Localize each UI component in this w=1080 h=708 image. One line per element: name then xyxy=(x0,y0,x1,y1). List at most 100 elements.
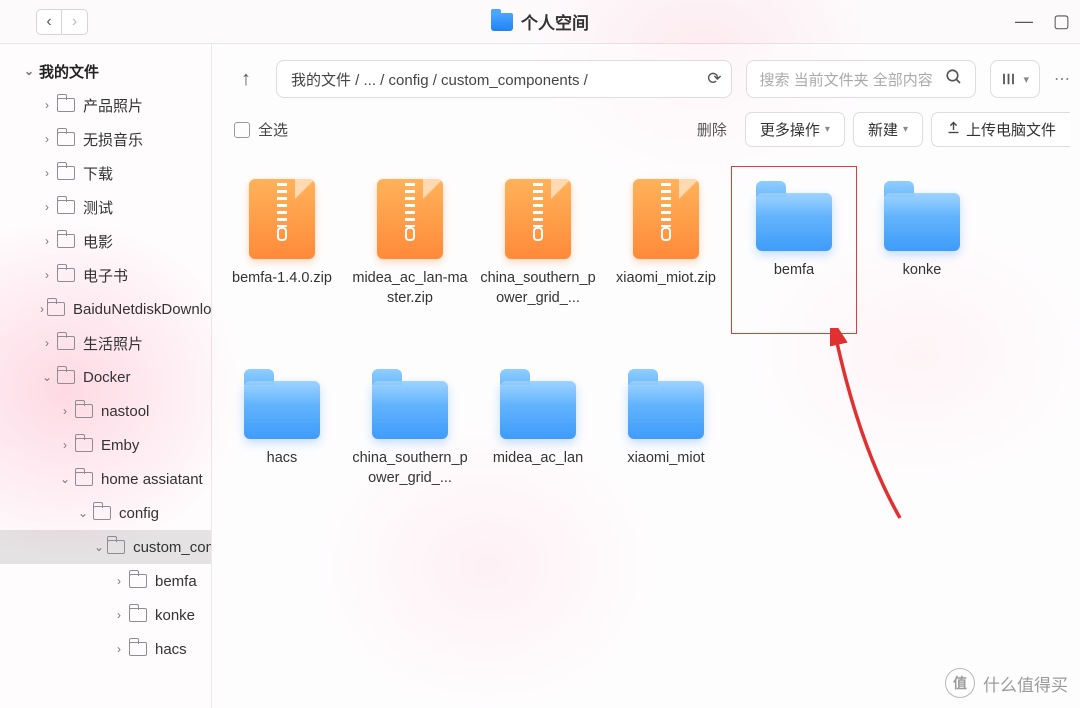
delete-button[interactable]: 删除 xyxy=(687,113,737,146)
sidebar-item[interactable]: ⌄home assiatant xyxy=(0,462,211,496)
folder-outline-icon xyxy=(75,438,93,452)
folder-outline-icon xyxy=(107,540,125,554)
more-actions-button[interactable]: 更多操作 ▾ xyxy=(745,112,845,147)
reload-icon[interactable]: ⟳ xyxy=(707,69,721,89)
sidebar-item[interactable]: › hacs xyxy=(0,632,211,666)
sidebar-item-label: bemfa xyxy=(155,573,197,590)
file-item-zip[interactable]: xiaomi_miot.zip xyxy=(602,165,730,335)
breadcrumb-text: 我的文件 / ... / config / custom_components … xyxy=(291,69,588,90)
sidebar-item-label: Emby xyxy=(101,437,139,454)
sidebar-item[interactable]: › 生活照片 xyxy=(0,326,211,360)
folder-outline-icon xyxy=(75,472,93,486)
sidebar-item[interactable]: ›产品照片 xyxy=(0,88,211,122)
go-up-button[interactable]: ↑ xyxy=(230,63,262,95)
chevron-right-icon: › xyxy=(40,336,54,350)
sidebar: ⌄ 我的文件 ›产品照片›无损音乐›下载›测试›电影›电子书›BaiduNetd… xyxy=(0,44,212,708)
folder-outline-icon xyxy=(57,336,75,350)
window-maximize-button[interactable]: ▢ xyxy=(1053,11,1070,32)
folder-icon xyxy=(500,381,576,439)
upload-button[interactable]: 上传电脑文件 xyxy=(931,112,1070,147)
sidebar-item-label: 生活照片 xyxy=(83,333,143,354)
sidebar-root-label: 我的文件 xyxy=(39,61,99,82)
title-bar: ‹ › 个人空间 — ▢ xyxy=(0,0,1080,44)
search-placeholder: 搜索 当前文件夹 全部内容 xyxy=(759,69,932,90)
folder-icon xyxy=(244,381,320,439)
sidebar-item-label: custom_components xyxy=(133,539,212,556)
chevron-right-icon: › xyxy=(112,642,126,656)
chevron-right-icon: › xyxy=(112,608,126,622)
sidebar-item[interactable]: ›bemfa xyxy=(0,564,211,598)
sidebar-item[interactable]: ›BaiduNetdiskDownload xyxy=(0,292,211,326)
folder-outline-icon xyxy=(57,200,75,214)
chevron-down-icon: ⌄ xyxy=(22,64,36,78)
folder-outline-icon xyxy=(57,268,75,282)
search-input[interactable]: 搜索 当前文件夹 全部内容 xyxy=(746,60,976,98)
sidebar-item-label: home assiatant xyxy=(101,471,203,488)
nav-back-button[interactable]: ‹ xyxy=(36,9,62,35)
chevron-right-icon: › xyxy=(40,268,54,282)
folder-outline-icon xyxy=(57,234,75,248)
zip-icon xyxy=(377,179,443,259)
file-name: midea_ac_lan-master.zip xyxy=(350,269,470,308)
file-item-zip[interactable]: china_southern_power_grid_... xyxy=(474,165,602,335)
sidebar-item[interactable]: ›电影 xyxy=(0,224,211,258)
sidebar-item-label: hacs xyxy=(155,641,187,658)
select-all-checkbox[interactable]: 全选 xyxy=(234,119,288,140)
chevron-right-icon: › xyxy=(40,200,54,214)
chevron-right-icon: › xyxy=(58,404,72,418)
file-item-zip[interactable]: midea_ac_lan-master.zip xyxy=(346,165,474,335)
sidebar-item[interactable]: ›下载 xyxy=(0,156,211,190)
zip-icon xyxy=(505,179,571,259)
watermark-badge: 值 xyxy=(945,668,975,698)
sidebar-item[interactable]: ⌄Docker xyxy=(0,360,211,394)
breadcrumb-path[interactable]: 我的文件 / ... / config / custom_components … xyxy=(276,60,732,98)
sidebar-item-label: 产品照片 xyxy=(83,95,143,116)
sidebar-item[interactable]: › Emby xyxy=(0,428,211,462)
window-minimize-button[interactable]: — xyxy=(1015,11,1033,32)
zip-icon xyxy=(633,179,699,259)
file-grid: bemfa-1.4.0.zipmidea_ac_lan-master.zipch… xyxy=(212,161,1080,708)
folder-outline-icon xyxy=(57,132,75,146)
chevron-right-icon: › xyxy=(40,132,54,146)
file-item-folder[interactable]: midea_ac_lan xyxy=(474,353,602,523)
folder-outline-icon xyxy=(57,370,75,384)
sidebar-item[interactable]: › konke xyxy=(0,598,211,632)
upload-icon xyxy=(946,120,961,139)
chevron-down-icon: ▾ xyxy=(825,124,830,135)
chevron-down-icon: ▾ xyxy=(1023,73,1029,86)
sidebar-item-label: BaiduNetdiskDownload xyxy=(73,301,212,318)
folder-icon xyxy=(491,13,513,31)
file-name: xiaomi_miot xyxy=(627,449,704,469)
sidebar-item[interactable]: ⌄config xyxy=(0,496,211,530)
sidebar-item-label: 测试 xyxy=(83,197,113,218)
file-item-zip[interactable]: bemfa-1.4.0.zip xyxy=(218,165,346,335)
file-item-folder[interactable]: konke xyxy=(858,165,986,335)
chevron-down-icon: ▾ xyxy=(903,124,908,135)
sidebar-item[interactable]: › 测试 xyxy=(0,190,211,224)
file-item-folder[interactable]: bemfa xyxy=(730,165,858,335)
file-name: hacs xyxy=(267,449,298,469)
nav-forward-button[interactable]: › xyxy=(62,9,88,35)
new-button[interactable]: 新建 ▾ xyxy=(853,112,923,147)
file-name: china_southern_power_grid_... xyxy=(478,269,598,308)
folder-icon xyxy=(372,381,448,439)
checkbox-icon xyxy=(234,122,250,138)
sidebar-item-label: konke xyxy=(155,607,195,624)
sidebar-item[interactable]: ›nastool xyxy=(0,394,211,428)
sidebar-root[interactable]: ⌄ 我的文件 xyxy=(0,54,211,88)
folder-outline-icon xyxy=(93,506,111,520)
sidebar-item-label: 电影 xyxy=(83,231,113,252)
sidebar-item-label: 电子书 xyxy=(83,265,128,286)
sidebar-item[interactable]: ⌄custom_components xyxy=(0,530,211,564)
file-item-folder[interactable]: china_southern_power_grid_... xyxy=(346,353,474,523)
view-mode-button[interactable]: ▾ xyxy=(990,60,1040,98)
sidebar-item-label: 下载 xyxy=(83,163,113,184)
folder-outline-icon xyxy=(129,608,147,622)
chevron-right-icon: › xyxy=(58,438,72,452)
file-item-folder[interactable]: hacs xyxy=(218,353,346,523)
file-item-folder[interactable]: xiaomi_miot xyxy=(602,353,730,523)
file-name: konke xyxy=(903,261,942,281)
sidebar-item[interactable]: ›无损音乐 xyxy=(0,122,211,156)
sidebar-item[interactable]: › 电子书 xyxy=(0,258,211,292)
folder-outline-icon xyxy=(129,642,147,656)
